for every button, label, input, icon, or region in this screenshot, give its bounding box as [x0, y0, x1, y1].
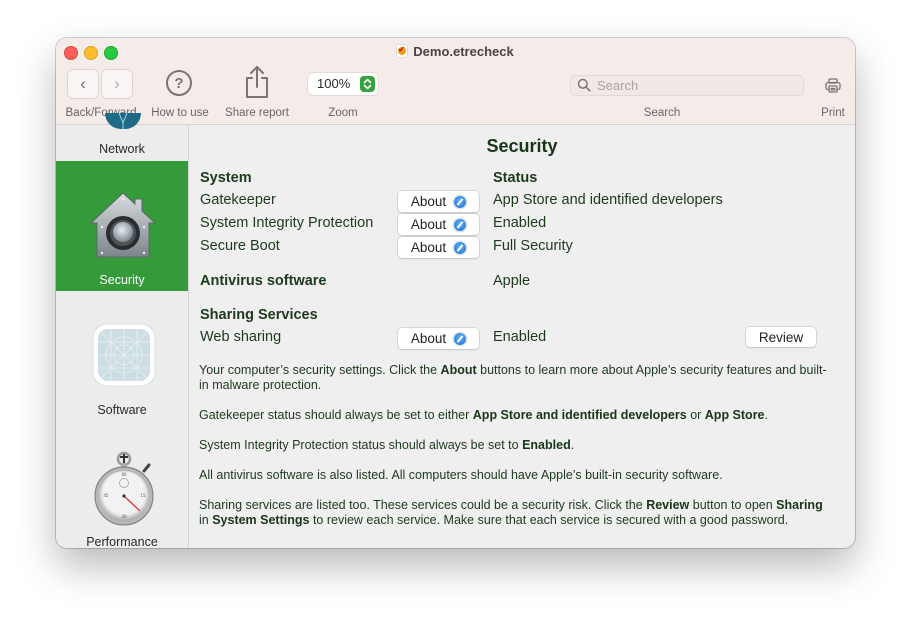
zoom-stepper-icon[interactable] — [360, 76, 375, 92]
svg-text:15: 15 — [140, 493, 146, 498]
chevron-left-icon: ‹ — [80, 74, 86, 93]
antivirus-label: Antivirus software — [200, 273, 327, 289]
sip-about-button[interactable]: About — [398, 214, 479, 235]
network-globe-icon — [105, 113, 141, 129]
how-to-use-button[interactable]: ? — [166, 70, 192, 96]
search-placeholder: Search — [597, 78, 639, 93]
chevron-right-icon: › — [114, 74, 120, 93]
safari-compass-icon — [454, 332, 467, 345]
search-input[interactable]: Search — [570, 75, 804, 96]
how-to-use-label: How to use — [151, 107, 209, 119]
sidebar-item-label: Performance — [86, 535, 158, 548]
secure-boot-about-button[interactable]: About — [398, 237, 479, 258]
intro-paragraph: Your computer’s security settings. Click… — [199, 363, 827, 392]
window-title-text: Demo.etrecheck — [413, 44, 514, 59]
system-header: System — [200, 170, 252, 186]
svg-text:45: 45 — [103, 493, 109, 498]
svg-text:60: 60 — [121, 472, 127, 477]
svg-text:30: 30 — [121, 514, 127, 519]
antivirus-paragraph: All antivirus software is also listed. A… — [199, 468, 723, 482]
toolbar: Demo.etrecheck ‹ › Back/Forward ? How to… — [56, 38, 855, 125]
antivirus-value: Apple — [493, 273, 531, 289]
share-report-button[interactable] — [243, 65, 271, 99]
sidebar-item-performance[interactable]: 60 15 30 45 Performance — [56, 421, 188, 548]
zoom-select[interactable]: 100% — [308, 73, 378, 95]
safari-compass-icon — [454, 195, 467, 208]
sidebar-item-label: Network — [99, 142, 145, 156]
row-status: Enabled — [493, 215, 547, 231]
sidebar-item-network[interactable]: Network — [56, 113, 188, 161]
button-label: About — [410, 217, 447, 232]
row-status: App Store and identified developers — [493, 192, 723, 208]
question-mark-icon: ? — [174, 74, 184, 92]
print-button[interactable] — [825, 78, 841, 93]
etrecheck-document-icon — [397, 45, 408, 57]
forward-button[interactable]: › — [101, 69, 133, 99]
page-title: Security — [486, 136, 558, 156]
printer-icon — [825, 78, 841, 93]
button-label: About — [410, 194, 447, 209]
row-name: Secure Boot — [200, 238, 280, 254]
button-label: About — [410, 331, 447, 346]
back-forward-group: ‹ › — [67, 69, 135, 101]
up-down-chevron-icon — [363, 78, 372, 90]
security-panel: Security System Status Gatekeeper About … — [189, 125, 855, 548]
sip-paragraph: System Integrity Protection status shoul… — [199, 438, 575, 452]
row-status: Full Security — [493, 238, 573, 254]
safari-compass-icon — [454, 218, 467, 231]
row-name: Web sharing — [200, 329, 282, 345]
sidebar-item-software[interactable]: Software — [56, 291, 188, 421]
stopwatch-icon: 60 15 30 45 — [94, 451, 154, 526]
sidebar-item-security[interactable]: Security — [56, 161, 188, 291]
search-icon — [577, 78, 591, 92]
app-blueprint-icon — [92, 323, 156, 387]
sidebar-item-label: Security — [99, 273, 145, 287]
print-label: Print — [821, 107, 845, 119]
button-label: About — [410, 240, 447, 255]
share-report-label: Share report — [225, 107, 289, 119]
zoom-value: 100% — [317, 76, 351, 91]
house-safe-icon — [89, 192, 157, 258]
row-name: Gatekeeper — [200, 192, 276, 208]
status-header: Status — [493, 170, 538, 186]
sidebar-item-label: Software — [97, 403, 147, 417]
sharing-paragraph: Sharing services are listed too. These s… — [199, 498, 823, 527]
window-title: Demo.etrecheck — [56, 44, 855, 59]
row-status: Enabled — [493, 329, 547, 345]
gatekeeper-about-button[interactable]: About — [398, 191, 479, 212]
zoom-label: Zoom — [328, 107, 358, 119]
row-name: System Integrity Protection — [200, 215, 374, 231]
back-button[interactable]: ‹ — [67, 69, 99, 99]
app-window: Demo.etrecheck ‹ › Back/Forward ? How to… — [56, 38, 855, 548]
sidebar: Network Security Software 60 15 30 45 Pe… — [56, 113, 189, 548]
sharing-services-header: Sharing Services — [200, 307, 318, 323]
review-button[interactable]: Review — [746, 327, 816, 347]
web-sharing-about-button[interactable]: About — [398, 328, 479, 349]
search-label: Search — [643, 107, 681, 119]
safari-compass-icon — [454, 241, 467, 254]
gatekeeper-paragraph: Gatekeeper status should always be set t… — [199, 408, 768, 422]
share-icon — [246, 66, 268, 98]
